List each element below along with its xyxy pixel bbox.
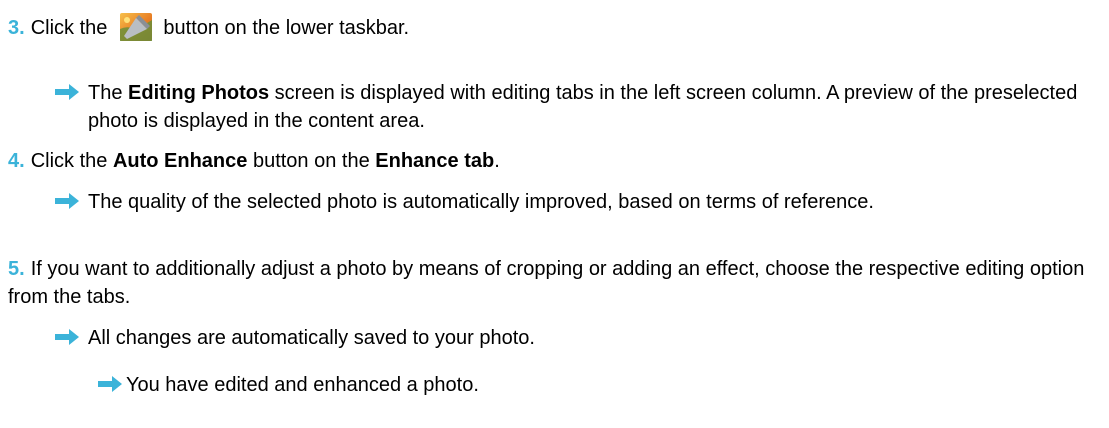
arrow-right-icon bbox=[55, 329, 79, 345]
auto-enhance-label: Auto Enhance bbox=[112, 150, 248, 172]
step-4-result-text: The quality of the selected photo is aut… bbox=[88, 191, 874, 213]
final-result-text: You have edited and enhanced a photo. bbox=[126, 374, 479, 396]
result-screen-name: Editing Photos bbox=[128, 82, 270, 104]
arrow-right-icon bbox=[55, 84, 79, 100]
arrow-right-icon bbox=[98, 376, 122, 392]
step-4-text-before: Click the bbox=[30, 150, 113, 172]
step-number: 3. bbox=[8, 17, 25, 39]
step-4: 4. Click the Auto Enhance button on the E… bbox=[8, 147, 1099, 175]
arrow-right-icon bbox=[55, 193, 79, 209]
step-3-text-start: Click the bbox=[30, 17, 108, 39]
step-3-result: The Editing Photos screen is displayed w… bbox=[55, 79, 1095, 135]
step-5-text: If you want to additionally adjust a pho… bbox=[8, 258, 1085, 308]
enhance-tab-label: Enhance tab bbox=[375, 150, 495, 172]
step-5: 5. If you want to additionally adjust a p… bbox=[8, 255, 1099, 311]
step-4-text-after: . bbox=[494, 150, 500, 172]
step-number: 4. bbox=[8, 150, 25, 172]
final-result: You have edited and enhanced a photo. bbox=[98, 371, 1095, 399]
step-4-text-middle: button on the bbox=[247, 150, 376, 172]
step-4-result: The quality of the selected photo is aut… bbox=[55, 188, 1095, 216]
photo-editing-icon bbox=[119, 12, 153, 42]
step-3: 3. Click the button on the lower taskbar. bbox=[8, 12, 1099, 42]
step-3-text: Click the button on the lower taskbar. bbox=[30, 13, 410, 41]
step-3-text-end: button on the lower taskbar. bbox=[163, 17, 410, 39]
step-number: 5. bbox=[8, 258, 25, 280]
step-4-text: Click the Auto Enhance button on the Enh… bbox=[31, 150, 500, 172]
result-text-prefix: The bbox=[88, 82, 129, 104]
step-5-result: All changes are automatically saved to y… bbox=[55, 324, 1095, 352]
step-5-result-text: All changes are automatically saved to y… bbox=[88, 327, 535, 349]
